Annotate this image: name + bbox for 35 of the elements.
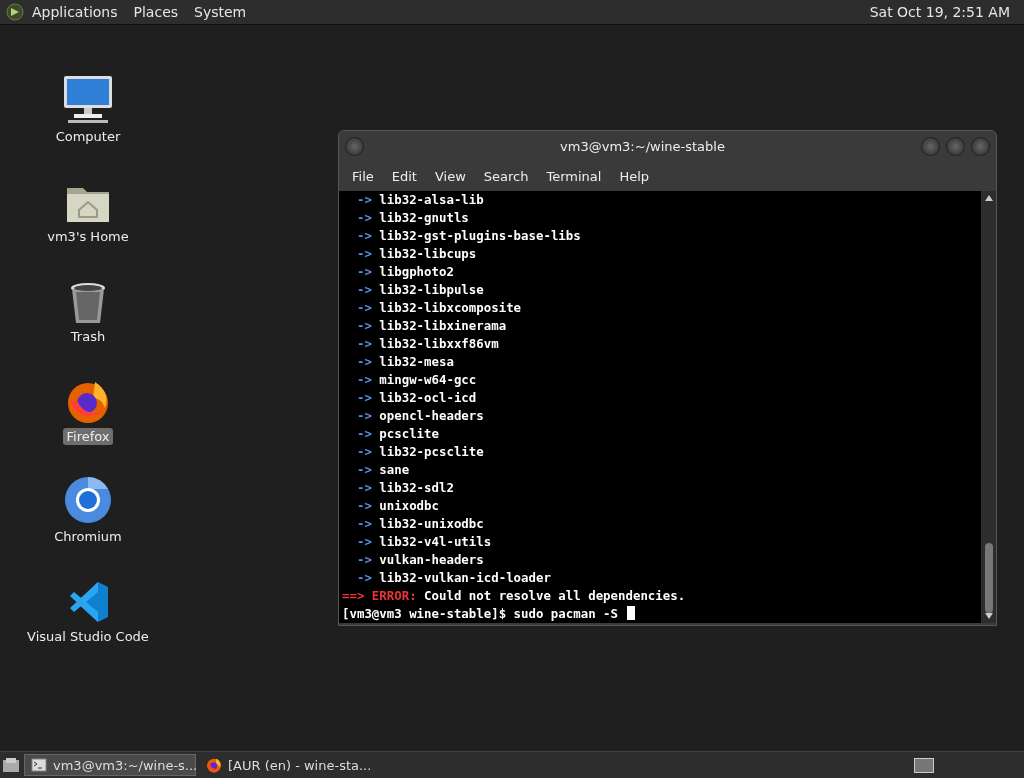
- desktop-icon-label[interactable]: Computer: [52, 128, 124, 145]
- taskbar-button[interactable]: vm3@vm3:~/wine-s...: [24, 754, 196, 776]
- terminal-output: -> lib32-alsa-lib -> lib32-gnutls -> lib32-gst-plugins-base-libs -> lib32-libcups -> libgphoto2 -> lib32-libpulse -> lib32-libxcomposite -> lib32-libxinerama -> lib32-libxxf86vm -> lib32-mesa -> mingw-w64-gcc -> lib32-ocl-icd -> opencl-headers -> pcsclite -> lib32-pcsclite -> sane -> lib32-sdl2 -> unixodbc -> lib32-unixodbc -> lib32-v4l-utils -> vulkan-headers -> lib32-vulkan-icd-loader ==> ERROR: Could not resolve all dependencies. [vm3@vm3 wine-stable]$ sudo pacman -S: [341, 191, 687, 623]
- desktop-icon-label[interactable]: Chromium: [51, 528, 125, 545]
- computer-icon: [62, 74, 114, 124]
- clock[interactable]: Sat Oct 19, 2:51 AM: [861, 4, 1018, 20]
- menu-item[interactable]: Search: [474, 168, 538, 184]
- panel-menu[interactable]: System: [186, 4, 255, 20]
- menu-item[interactable]: File: [343, 168, 383, 184]
- desktop-icon-label[interactable]: Trash: [67, 328, 109, 345]
- taskbar-button[interactable]: [AUR (en) - wine-sta...: [200, 754, 372, 776]
- menu-item[interactable]: Terminal: [537, 168, 611, 184]
- chromium-icon: [64, 476, 112, 524]
- scrollbar[interactable]: [981, 191, 996, 623]
- window-title: vm3@vm3:~/wine-stable: [559, 138, 726, 154]
- window-menu-button[interactable]: [345, 136, 364, 156]
- maximize-button[interactable]: [946, 136, 965, 156]
- scroll-up-icon[interactable]: [984, 195, 993, 201]
- panel-menu[interactable]: Applications: [24, 4, 126, 20]
- show-desktop-icon: [2, 757, 20, 773]
- workspace-switcher[interactable]: [914, 757, 934, 773]
- firefox-icon: [206, 757, 222, 773]
- desktop-icon-label[interactable]: Visual Studio Code: [24, 628, 152, 645]
- scroll-thumb[interactable]: [984, 542, 993, 613]
- menu-item[interactable]: Edit: [382, 168, 426, 184]
- close-button[interactable]: [971, 136, 990, 156]
- minimize-button[interactable]: [921, 136, 940, 156]
- menu-logo-icon: [6, 3, 24, 21]
- desktop-icon-label[interactable]: vm3's Home: [44, 228, 132, 245]
- menu-item[interactable]: View: [425, 168, 475, 184]
- menu-item[interactable]: Help: [610, 168, 659, 184]
- panel-menu[interactable]: Places: [125, 4, 187, 20]
- trash-can-icon: [69, 282, 107, 324]
- terminal-icon: [31, 758, 47, 772]
- desktop-icon-label[interactable]: Firefox: [63, 428, 113, 445]
